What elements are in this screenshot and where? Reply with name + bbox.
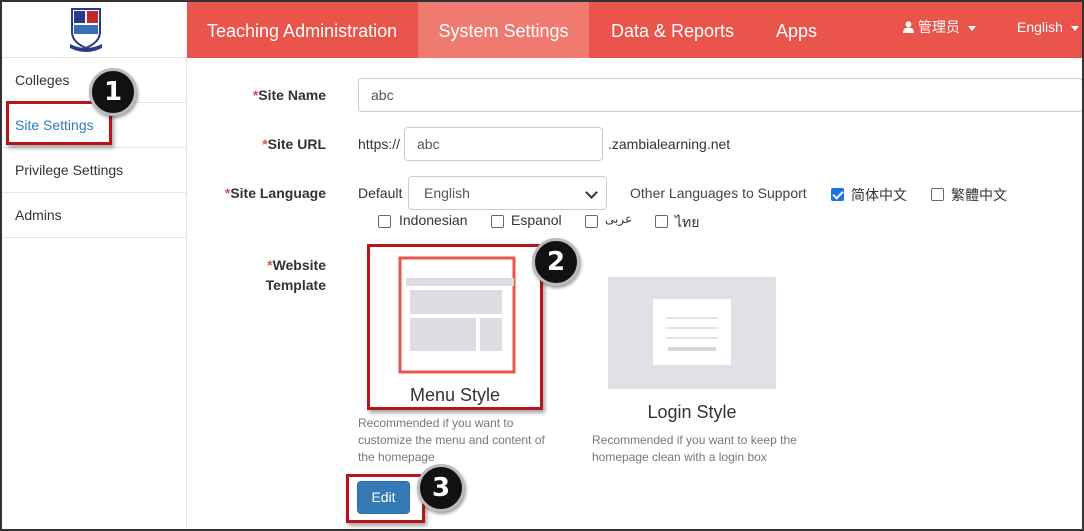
nav-system-settings[interactable]: System Settings (418, 2, 589, 58)
site-name-label: *Site Name (253, 87, 326, 103)
site-url-label-text: Site URL (267, 136, 326, 152)
language-label: English (1017, 19, 1063, 35)
logo-area (2, 2, 187, 58)
site-url-suffix: .zambialearning.net (608, 136, 731, 152)
other-languages-label: Other Languages to Support (630, 185, 807, 201)
language-option-label: Espanol (511, 212, 562, 228)
login-style-thumbnail-icon (608, 277, 776, 389)
language-option-label: عربى (605, 212, 633, 226)
checkbox-simplified-chinese[interactable] (831, 188, 844, 201)
template-desc-login-style: Recommended if you want to keep the home… (592, 433, 797, 464)
chevron-down-icon (967, 25, 976, 31)
default-language-select[interactable]: English (408, 176, 607, 210)
top-navbar: Teaching Administration System Settings … (187, 2, 1082, 58)
nav-data-reports[interactable]: Data & Reports (611, 2, 734, 58)
chevron-down-icon (1070, 25, 1079, 31)
callout-badge-2: 2 (532, 238, 580, 286)
website-template-label-line2: Template (265, 277, 326, 293)
checkbox-indonesian[interactable] (378, 215, 391, 228)
default-language-value: English (424, 185, 470, 201)
default-language-label: Default (358, 185, 403, 201)
site-url-label: *Site URL (262, 136, 326, 152)
website-template-label: *Website Template (266, 255, 326, 295)
website-template-label-line1: Website (272, 257, 326, 273)
site-name-label-text: Site Name (258, 87, 326, 103)
language-menu[interactable]: English (1017, 2, 1079, 52)
site-url-input[interactable]: abc (404, 127, 603, 161)
language-option-label: ไทย (675, 214, 700, 230)
site-language-label: *Site Language (225, 185, 326, 201)
site-language-label-text: Site Language (230, 185, 326, 201)
sidebar-item-admins[interactable]: Admins (2, 193, 187, 238)
checkbox-espanol[interactable] (491, 215, 504, 228)
logo-icon[interactable] (68, 6, 104, 52)
template-card-login-style[interactable]: Login Style (602, 274, 782, 424)
user-menu[interactable]: 管理员 (903, 2, 976, 52)
checkbox-traditional-chinese[interactable] (931, 188, 944, 201)
checkbox-thai[interactable] (655, 215, 668, 228)
language-option-label: 繁體中文 (951, 187, 1007, 203)
language-option-label: 简体中文 (851, 187, 907, 203)
app-window: Teaching Administration System Settings … (0, 0, 1084, 531)
language-option-label: Indonesian (399, 212, 468, 228)
callout-badge-1: 1 (89, 68, 137, 116)
template-desc-menu-style: Recommended if you want to customize the… (358, 416, 545, 464)
checkbox-arabic[interactable] (585, 215, 598, 228)
nav-teaching-administration[interactable]: Teaching Administration (207, 2, 397, 58)
user-label: 管理员 (917, 19, 960, 35)
sidebar-item-privilege-settings[interactable]: Privilege Settings (2, 148, 187, 193)
template-title-login-style: Login Style (647, 402, 737, 422)
site-name-input[interactable]: abc (358, 78, 1082, 112)
callout-badge-3: 3 (417, 464, 465, 512)
highlight-box-menu-style (367, 244, 543, 410)
nav-apps[interactable]: Apps (776, 2, 817, 58)
chevron-down-icon (585, 186, 598, 199)
user-icon (903, 21, 914, 33)
highlight-box-edit (346, 474, 425, 523)
site-url-prefix: https:// (358, 136, 401, 152)
